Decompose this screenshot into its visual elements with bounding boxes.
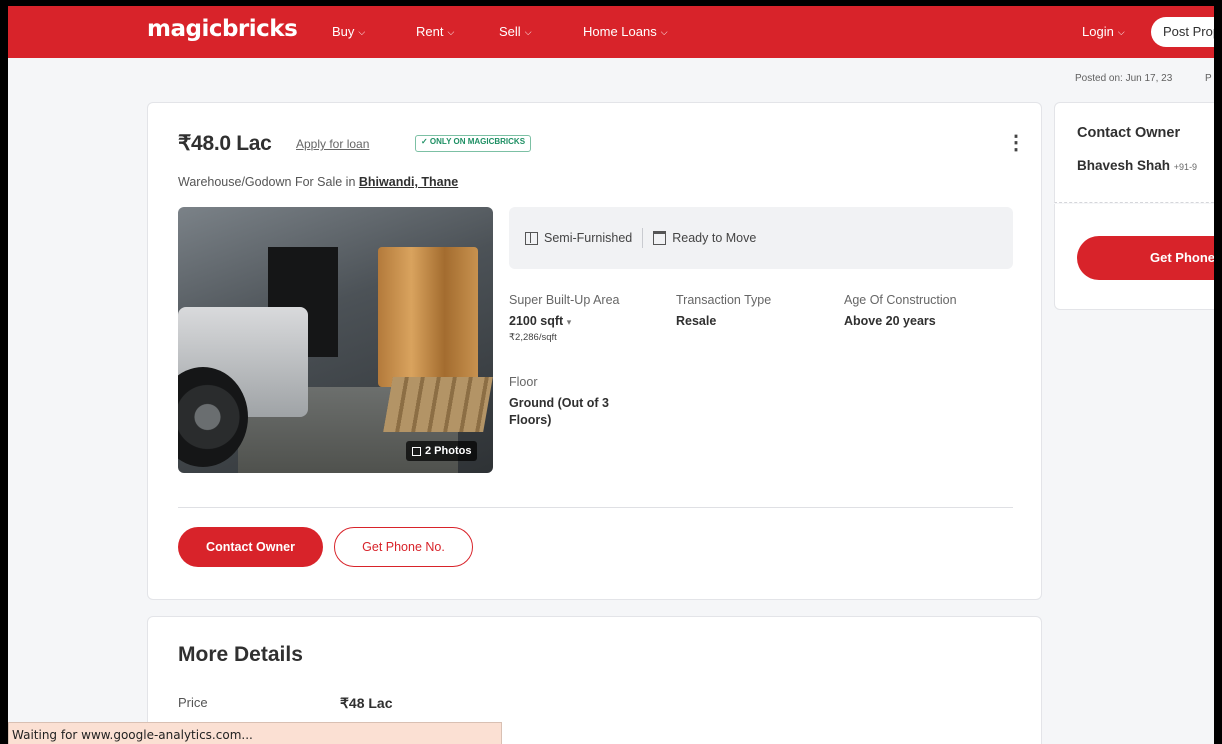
get-phone-button[interactable]: Get Phone No.	[334, 527, 473, 567]
browser-viewport: magicbricks Buy ⌵ Rent ⌵ Sell ⌵ Home Loa…	[8, 6, 1214, 744]
contact-owner-panel: Contact Owner Bhavesh Shah +91-9	[1054, 102, 1214, 203]
building-icon	[653, 231, 667, 245]
location-link[interactable]: Bhiwandi, Thane	[359, 175, 458, 189]
gallery-icon	[412, 446, 421, 456]
owner-name-text: Bhavesh Shah	[1077, 158, 1171, 173]
area-label: Super Built-Up Area	[509, 293, 620, 307]
more-options-icon[interactable]: ⋮	[1006, 133, 1026, 153]
property-photo[interactable]: 2 Photos	[178, 207, 493, 473]
listing-card: ₹48.0 Lac Apply for loan ✓ ONLY ON MAGIC…	[147, 102, 1042, 600]
sidebar-get-phone-button[interactable]: Get Phone	[1077, 236, 1214, 280]
owner-phone: +91-9	[1173, 162, 1198, 172]
owner-name: Bhavesh Shah +91-9	[1077, 158, 1197, 173]
furniture-icon	[525, 231, 538, 245]
area-rate: ₹2,286/sqft	[509, 332, 557, 343]
listing-price: ₹48.0 Lac	[178, 132, 272, 155]
area-value-text: 2100 sqft	[509, 314, 564, 328]
contact-owner-button[interactable]: Contact Owner	[178, 527, 323, 567]
nav-buy-label: Buy	[332, 24, 355, 39]
contact-owner-title: Contact Owner	[1077, 125, 1181, 141]
login-menu[interactable]: Login ⌵	[1082, 24, 1125, 39]
login-label: Login	[1082, 24, 1114, 39]
possession-status: Ready to Move	[653, 231, 756, 245]
price-label: Price	[178, 695, 208, 710]
magicbricks-logo[interactable]: magicbricks	[147, 16, 298, 42]
floor-value: Ground (Out of 3 Floors)	[509, 396, 609, 427]
area-value[interactable]: 2100 sqft ▾	[509, 313, 571, 331]
get-phone-panel: Get Phone	[1054, 204, 1214, 310]
nav-sell-label: Sell	[499, 24, 521, 39]
post-property-button[interactable]: Post Prop	[1151, 17, 1214, 47]
photos-count-badge[interactable]: 2 Photos	[406, 441, 478, 461]
furnishing-label: Semi-Furnished	[544, 231, 633, 245]
nav-home-loans[interactable]: Home Loans ⌵	[583, 24, 668, 39]
floor-label: Floor	[509, 375, 538, 389]
photos-count-label: 2 Photos	[425, 445, 472, 457]
chevron-down-icon: ⌵	[358, 27, 366, 37]
listing-subtitle: Warehouse/Godown For Sale in Bhiwandi, T…	[178, 175, 458, 189]
subtitle-prefix: Warehouse/Godown For Sale in	[178, 175, 356, 189]
apply-loan-link[interactable]: Apply for loan	[296, 137, 369, 151]
only-on-magicbricks-badge: ✓ ONLY ON MAGICBRICKS	[415, 135, 532, 152]
nav-rent[interactable]: Rent ⌵	[416, 24, 454, 39]
possession-label: Ready to Move	[672, 231, 757, 245]
posted-on-trailing: P	[1205, 73, 1212, 84]
nav-sell[interactable]: Sell ⌵	[499, 24, 532, 39]
status-strip: Semi-Furnished Ready to Move	[509, 207, 1013, 269]
transaction-value: Resale	[676, 314, 717, 328]
age-label: Age Of Construction	[844, 293, 957, 307]
nav-buy[interactable]: Buy ⌵	[332, 24, 365, 39]
chevron-down-icon: ⌵	[660, 27, 668, 37]
transaction-label: Transaction Type	[676, 293, 772, 307]
divider	[642, 228, 644, 248]
age-value: Above 20 years	[844, 314, 936, 328]
nav-home-loans-label: Home Loans	[583, 24, 657, 39]
price-value: ₹48 Lac	[340, 695, 393, 711]
caret-down-icon: ▾	[566, 317, 572, 327]
chevron-down-icon: ⌵	[1117, 27, 1125, 37]
card-divider	[178, 507, 1013, 508]
chevron-down-icon: ⌵	[524, 27, 532, 37]
top-navbar: magicbricks Buy ⌵ Rent ⌵ Sell ⌵ Home Loa…	[8, 6, 1214, 58]
more-details-title: More Details	[178, 643, 303, 666]
posted-on-date: Posted on: Jun 17, 23	[1075, 73, 1173, 84]
furnishing-status: Semi-Furnished	[525, 231, 632, 245]
nav-rent-label: Rent	[416, 24, 444, 39]
chevron-down-icon: ⌵	[447, 27, 455, 37]
browser-status-bar: Waiting for www.google-analytics.com...	[8, 722, 502, 744]
